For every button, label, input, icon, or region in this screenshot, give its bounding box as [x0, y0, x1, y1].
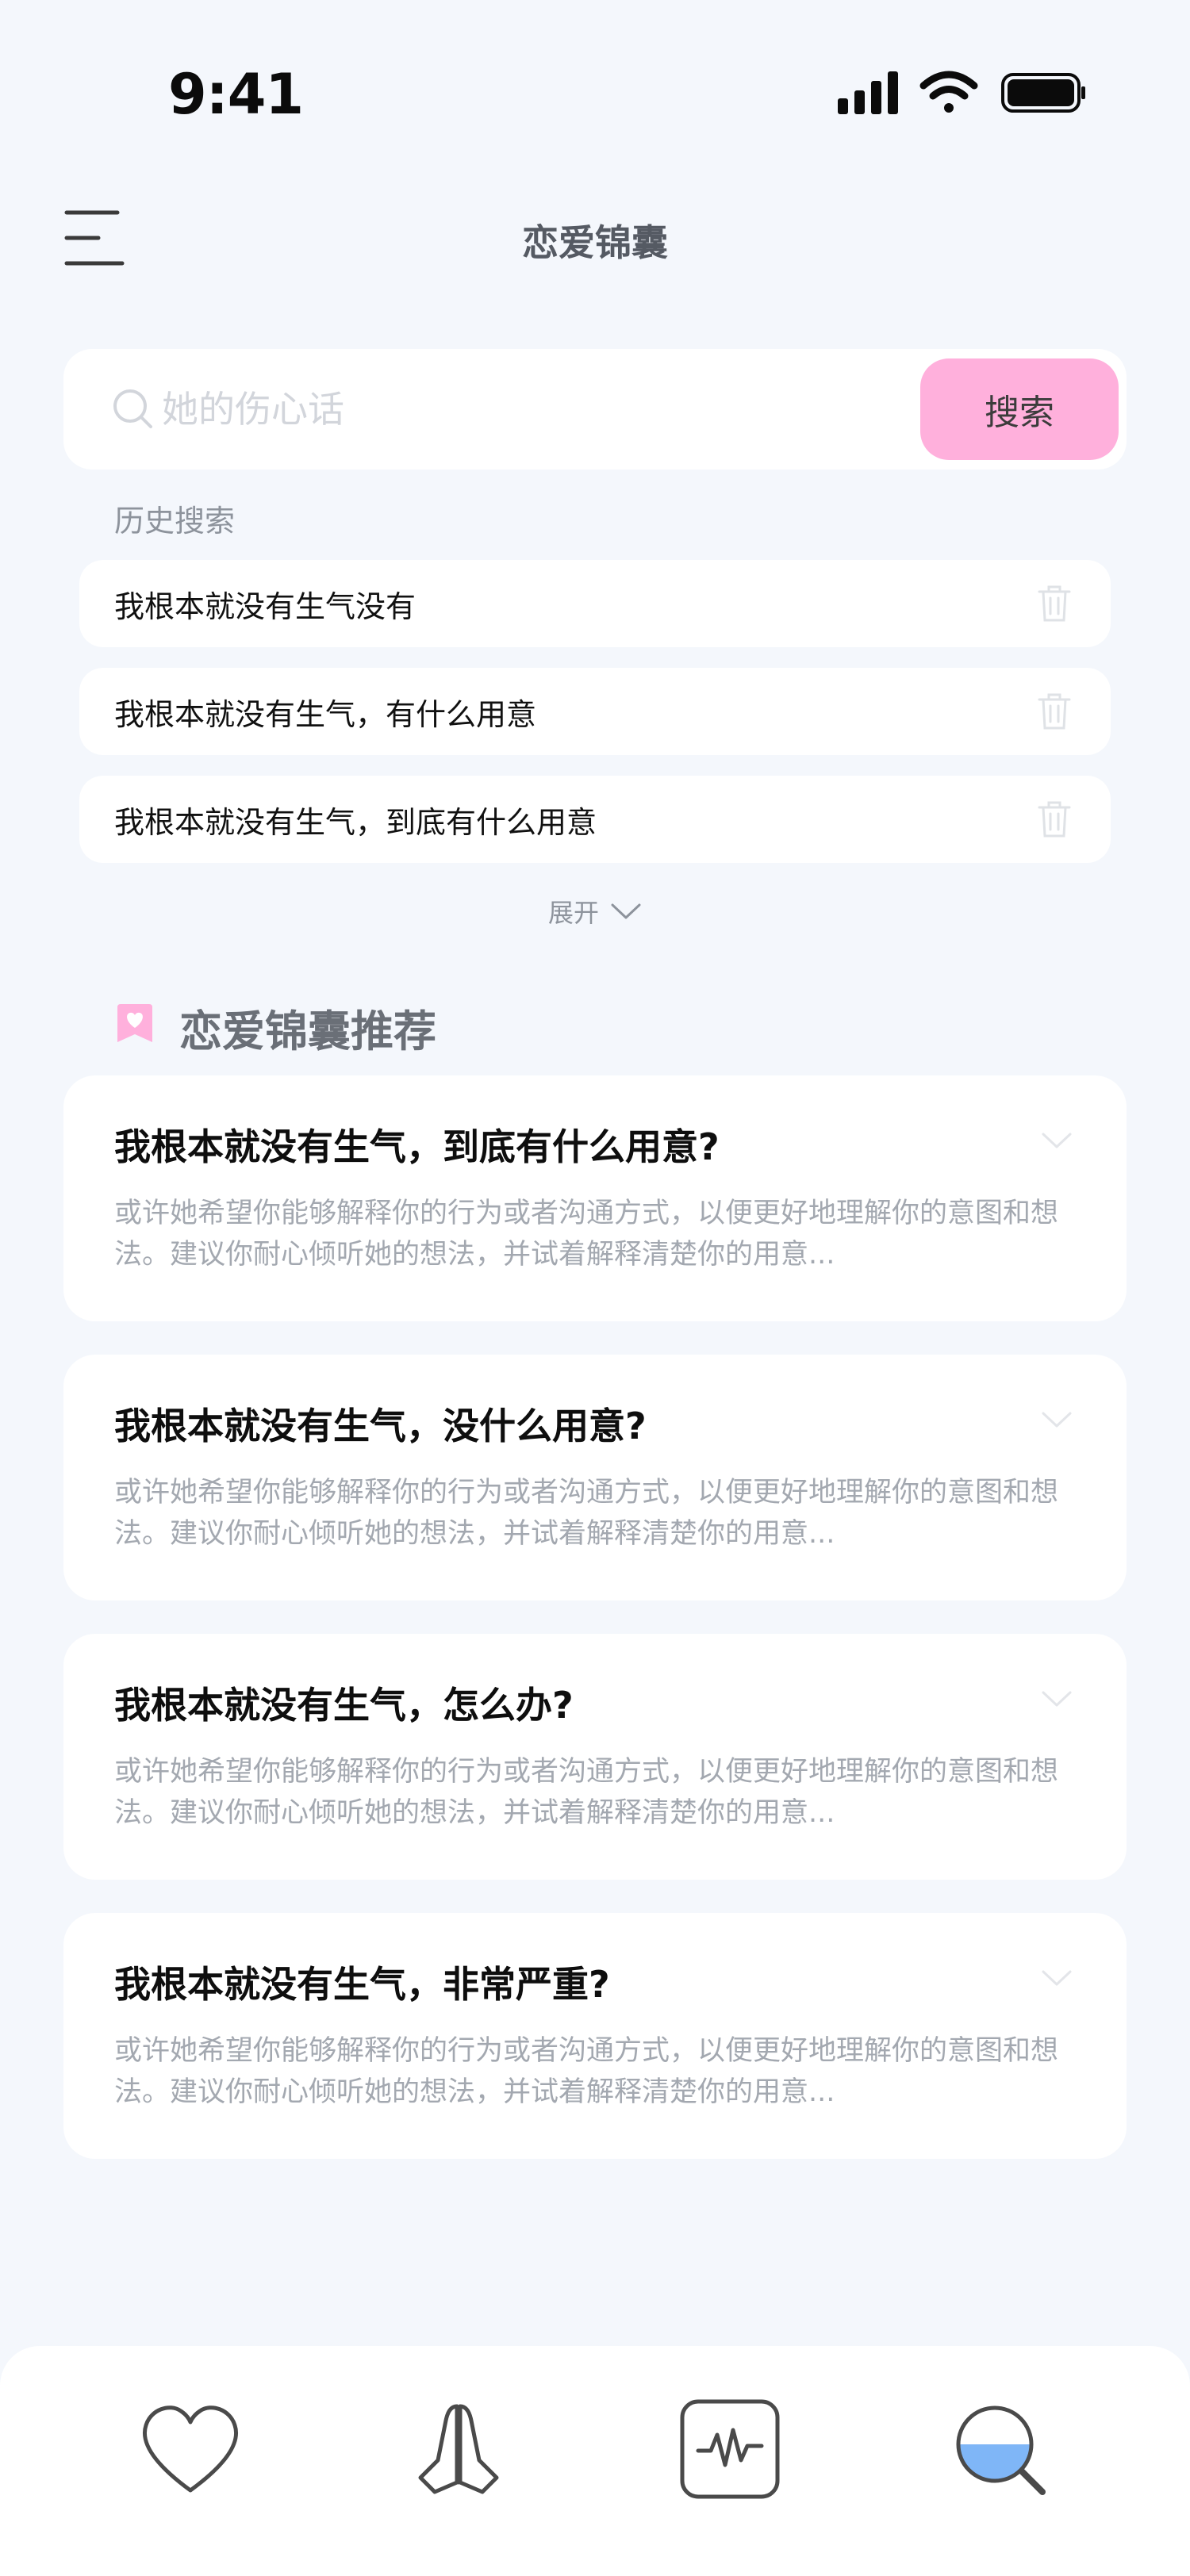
recommend-card[interactable]: 我根本就没有生气，没什么用意? 或许她希望你能够解释你的行为或者沟通方式，以便更… — [63, 1355, 1127, 1600]
pulse-icon[interactable] — [674, 2394, 785, 2505]
recommend-card[interactable]: 我根本就没有生气，到底有什么用意? 或许她希望你能够解释你的行为或者沟通方式，以… — [63, 1075, 1127, 1321]
wifi-icon — [919, 71, 978, 113]
history-item[interactable]: 我根本就没有生气没有 — [79, 560, 1111, 647]
praying-hands-icon[interactable] — [403, 2394, 514, 2505]
chevron-down-icon[interactable] — [1041, 1968, 1073, 1988]
trash-icon[interactable] — [1036, 584, 1073, 623]
chevron-down-icon[interactable] — [1041, 1689, 1073, 1708]
search-icon — [113, 389, 152, 428]
history-item[interactable]: 我根本就没有生气，有什么用意 — [79, 668, 1111, 755]
status-time: 9:41 — [168, 62, 304, 127]
bookmark-heart-icon — [117, 1004, 152, 1042]
search-icon[interactable] — [944, 2394, 1055, 2505]
card-description: 或许她希望你能够解释你的行为或者沟通方式，以便更好地理解你的意图和想法。建议你耐… — [114, 1756, 1059, 1829]
trash-icon[interactable] — [1036, 692, 1073, 731]
card-title: 我根本就没有生气，没什么用意? — [114, 1405, 647, 1447]
search-button[interactable]: 搜索 — [920, 358, 1119, 460]
bottom-nav — [0, 2346, 1190, 2576]
card-title: 我根本就没有生气，到底有什么用意? — [114, 1125, 720, 1168]
search-input[interactable] — [162, 378, 876, 441]
status-bar: 9:41 — [0, 0, 1190, 151]
trash-icon[interactable] — [1036, 799, 1073, 839]
card-title: 我根本就没有生气，非常严重? — [114, 1963, 610, 2006]
history-item[interactable]: 我根本就没有生气，到底有什么用意 — [79, 776, 1111, 863]
page-title: 恋爱锦囊 — [522, 221, 668, 264]
recommend-card[interactable]: 我根本就没有生气，怎么办? 或许她希望你能够解释你的行为或者沟通方式，以便更好地… — [63, 1634, 1127, 1880]
battery-icon — [1001, 73, 1085, 113]
history-item-text: 我根本就没有生气，到底有什么用意 — [114, 805, 597, 840]
section-title: 恋爱锦囊推荐 — [179, 1006, 436, 1056]
search-bar: 搜索 — [63, 349, 1127, 470]
card-description: 或许她希望你能够解释你的行为或者沟通方式，以便更好地理解你的意图和想法。建议你耐… — [114, 1198, 1059, 1271]
heart-icon[interactable] — [135, 2394, 246, 2505]
signal-icon — [838, 71, 898, 114]
expand-toggle[interactable]: 展开 — [0, 893, 1190, 930]
status-icons — [838, 71, 1085, 114]
card-description: 或许她希望你能够解释你的行为或者沟通方式，以便更好地理解你的意图和想法。建议你耐… — [114, 2035, 1059, 2108]
history-item-text: 我根本就没有生气，有什么用意 — [114, 697, 537, 732]
history-label: 历史搜索 — [114, 504, 236, 539]
chevron-down-icon[interactable] — [1041, 1131, 1073, 1150]
card-description: 或许她希望你能够解释你的行为或者沟通方式，以便更好地理解你的意图和想法。建议你耐… — [114, 1477, 1059, 1550]
card-title: 我根本就没有生气，怎么办? — [114, 1684, 574, 1727]
chevron-down-icon — [611, 903, 641, 919]
chevron-down-icon[interactable] — [1041, 1410, 1073, 1429]
history-item-text: 我根本就没有生气没有 — [114, 589, 416, 624]
recommend-card[interactable]: 我根本就没有生气，非常严重? 或许她希望你能够解释你的行为或者沟通方式，以便更好… — [63, 1913, 1127, 2159]
expand-label: 展开 — [547, 898, 599, 928]
